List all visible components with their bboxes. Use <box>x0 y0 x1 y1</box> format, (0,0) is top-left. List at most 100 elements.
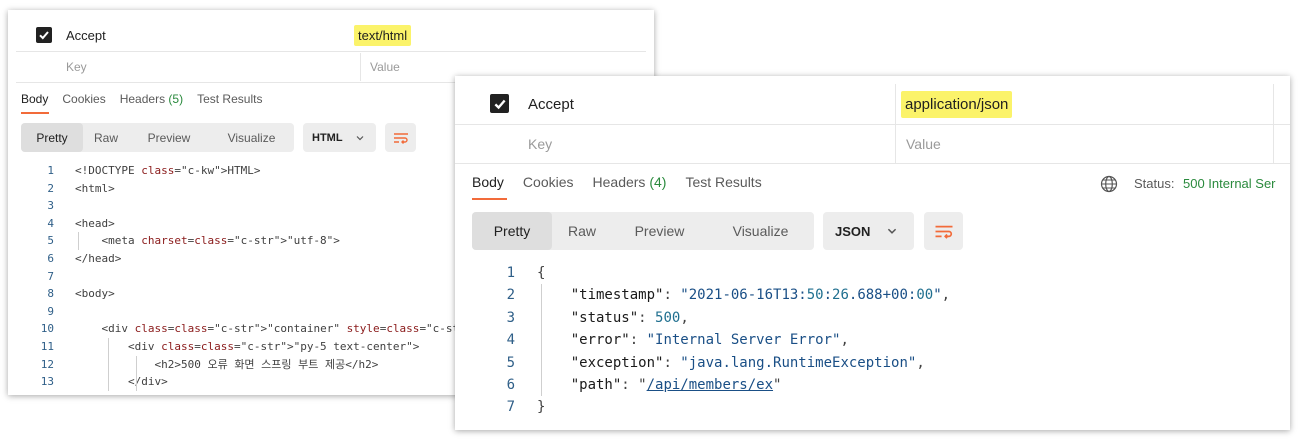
right-tab-body[interactable]: Body <box>472 174 507 200</box>
left-indent-guide <box>108 338 109 391</box>
left-key-placeholder[interactable]: Key <box>66 53 87 81</box>
right-language-value: JSON <box>835 223 871 239</box>
right-line-number: 1 <box>506 265 515 281</box>
word-wrap-icon <box>935 225 952 239</box>
left-line-number: 3 <box>47 199 54 213</box>
right-code-line: 6 "path": "/api/members/ex" <box>455 374 1290 396</box>
left-view-visualize[interactable]: Visualize <box>209 123 294 152</box>
left-line-number: 1 <box>47 164 54 177</box>
left-value-placeholder[interactable]: Value <box>370 53 400 81</box>
left-line-number: 7 <box>47 269 54 283</box>
right-code-line: 3 "status": 500, <box>455 307 1290 329</box>
chevron-down-icon <box>356 135 363 140</box>
right-code-line: 5 "exception": "java.lang.RuntimeExcepti… <box>455 352 1290 374</box>
left-line-number: 12 <box>40 357 54 371</box>
left-header-value-cell[interactable]: text/html <box>354 20 412 50</box>
right-line-number: 5 <box>506 354 515 371</box>
word-wrap-icon <box>393 132 408 144</box>
left-header-checkbox[interactable] <box>36 27 52 43</box>
right-line-text: "error": "Internal Server Error", <box>570 332 849 349</box>
right-value-placeholder[interactable]: Value <box>906 125 941 163</box>
left-headers-count: (5) <box>168 92 184 106</box>
right-indent-guide <box>541 284 542 397</box>
left-header-row: Accept text/html <box>8 20 654 50</box>
left-line-text: <h2>500 오류 화면 스프링 부트 제공</h2> <box>75 357 379 371</box>
left-view-pretty[interactable]: Pretty <box>21 123 83 152</box>
left-line-text: <head> <box>75 216 115 230</box>
right-line-number: 7 <box>506 399 515 416</box>
right-view-visualize[interactable]: Visualize <box>707 212 814 250</box>
right-line-text: "path": "/api/members/ex" <box>570 377 782 393</box>
right-line-number: 3 <box>506 309 515 326</box>
left-line-number: 13 <box>40 375 54 389</box>
left-view-raw[interactable]: Raw <box>83 123 129 152</box>
left-line-number: 8 <box>47 287 54 301</box>
left-line-number: 9 <box>47 304 54 318</box>
right-wrap-button[interactable] <box>924 212 963 250</box>
right-line-number: 2 <box>506 287 515 304</box>
right-view-preview[interactable]: Preview <box>612 212 707 250</box>
right-header-key[interactable]: Accept <box>528 84 574 124</box>
left-line-text: <html> <box>75 181 115 195</box>
left-tab-cookies[interactable]: Cookies <box>62 92 105 106</box>
right-header-value: application/json <box>901 90 1013 118</box>
left-indent-guide <box>78 232 79 250</box>
right-code-editor[interactable]: 1{2 "timestamp": "2021-06-16T13:50:26.68… <box>455 262 1290 422</box>
right-line-number: 4 <box>506 332 515 349</box>
left-tab-test-results[interactable]: Test Results <box>197 92 262 106</box>
right-line-text: "status": 500, <box>570 309 689 326</box>
right-code-line: 4 "error": "Internal Server Error", <box>455 329 1290 351</box>
left-line-text: <body> <box>75 287 115 301</box>
right-code-line: 7} <box>455 396 1290 418</box>
right-line-text: "exception": "java.lang.RuntimeException… <box>570 354 925 371</box>
globe-icon[interactable] <box>1100 175 1118 198</box>
left-line-text: <meta charset=class="c-str">"utf-8"> <box>75 234 340 248</box>
right-line-text: } <box>537 399 546 416</box>
left-line-text: </div> <box>75 375 168 389</box>
right-key-placeholder[interactable]: Key <box>528 125 552 163</box>
right-language-select[interactable]: JSON <box>823 212 914 250</box>
right-line-number: 6 <box>506 377 515 393</box>
right-response-panel: Accept application/json Key Value Body C… <box>455 76 1290 430</box>
left-view-mode: Pretty Raw Preview Visualize <box>21 123 294 152</box>
right-view-pretty[interactable]: Pretty <box>472 212 552 250</box>
left-header-value: text/html <box>354 24 412 46</box>
left-line-number: 10 <box>40 322 54 336</box>
left-line-text: </head> <box>75 252 122 265</box>
right-header-checkbox[interactable] <box>490 94 509 113</box>
left-tab-body[interactable]: Body <box>21 92 50 114</box>
left-tab-headers[interactable]: Headers (5) <box>120 92 183 106</box>
left-line-number: 2 <box>47 181 54 195</box>
left-wrap-button[interactable] <box>385 123 416 152</box>
chevron-down-icon <box>888 228 897 234</box>
right-header-value-cell[interactable]: application/json <box>901 84 1013 124</box>
left-indent-guide <box>136 355 137 391</box>
right-code-line: 2 "timestamp": "2021-06-16T13:50:26.688+… <box>455 284 1290 306</box>
left-view-preview[interactable]: Preview <box>129 123 209 152</box>
right-placeholder-row: Key Value <box>455 125 1290 163</box>
left-line-number: 11 <box>40 340 54 353</box>
right-headers-count: (4) <box>649 174 667 190</box>
checkmark-icon <box>39 31 49 40</box>
checkmark-icon <box>494 99 506 109</box>
left-language-value: HTML <box>312 131 343 144</box>
right-tab-test-results[interactable]: Test Results <box>685 174 761 190</box>
right-line-text: "timestamp": "2021-06-16T13:50:26.688+00… <box>570 287 951 304</box>
right-tab-cookies[interactable]: Cookies <box>523 174 574 190</box>
left-line-number: 6 <box>47 252 54 265</box>
right-code-line: 1{ <box>455 262 1290 284</box>
left-line-text: <!DOCTYPE class="c-kw">HTML> <box>75 164 261 177</box>
right-header-row: Accept application/json <box>455 84 1290 124</box>
left-line-number: 4 <box>47 216 54 230</box>
left-language-select[interactable]: HTML <box>303 123 376 152</box>
right-view-mode: Pretty Raw Preview Visualize <box>472 212 814 250</box>
right-view-raw[interactable]: Raw <box>552 212 612 250</box>
left-response-tabs: Body Cookies Headers (5) Test Results <box>21 92 262 114</box>
status-label: Status: <box>1134 176 1175 191</box>
status-value: 500 Internal Ser <box>1183 176 1276 191</box>
left-line-number: 5 <box>47 234 54 248</box>
left-header-key[interactable]: Accept <box>66 20 106 50</box>
right-tab-headers[interactable]: Headers (4) <box>593 174 667 190</box>
right-line-text: { <box>537 265 546 281</box>
right-response-tabs: Body Cookies Headers (4) Test Results <box>472 174 762 200</box>
